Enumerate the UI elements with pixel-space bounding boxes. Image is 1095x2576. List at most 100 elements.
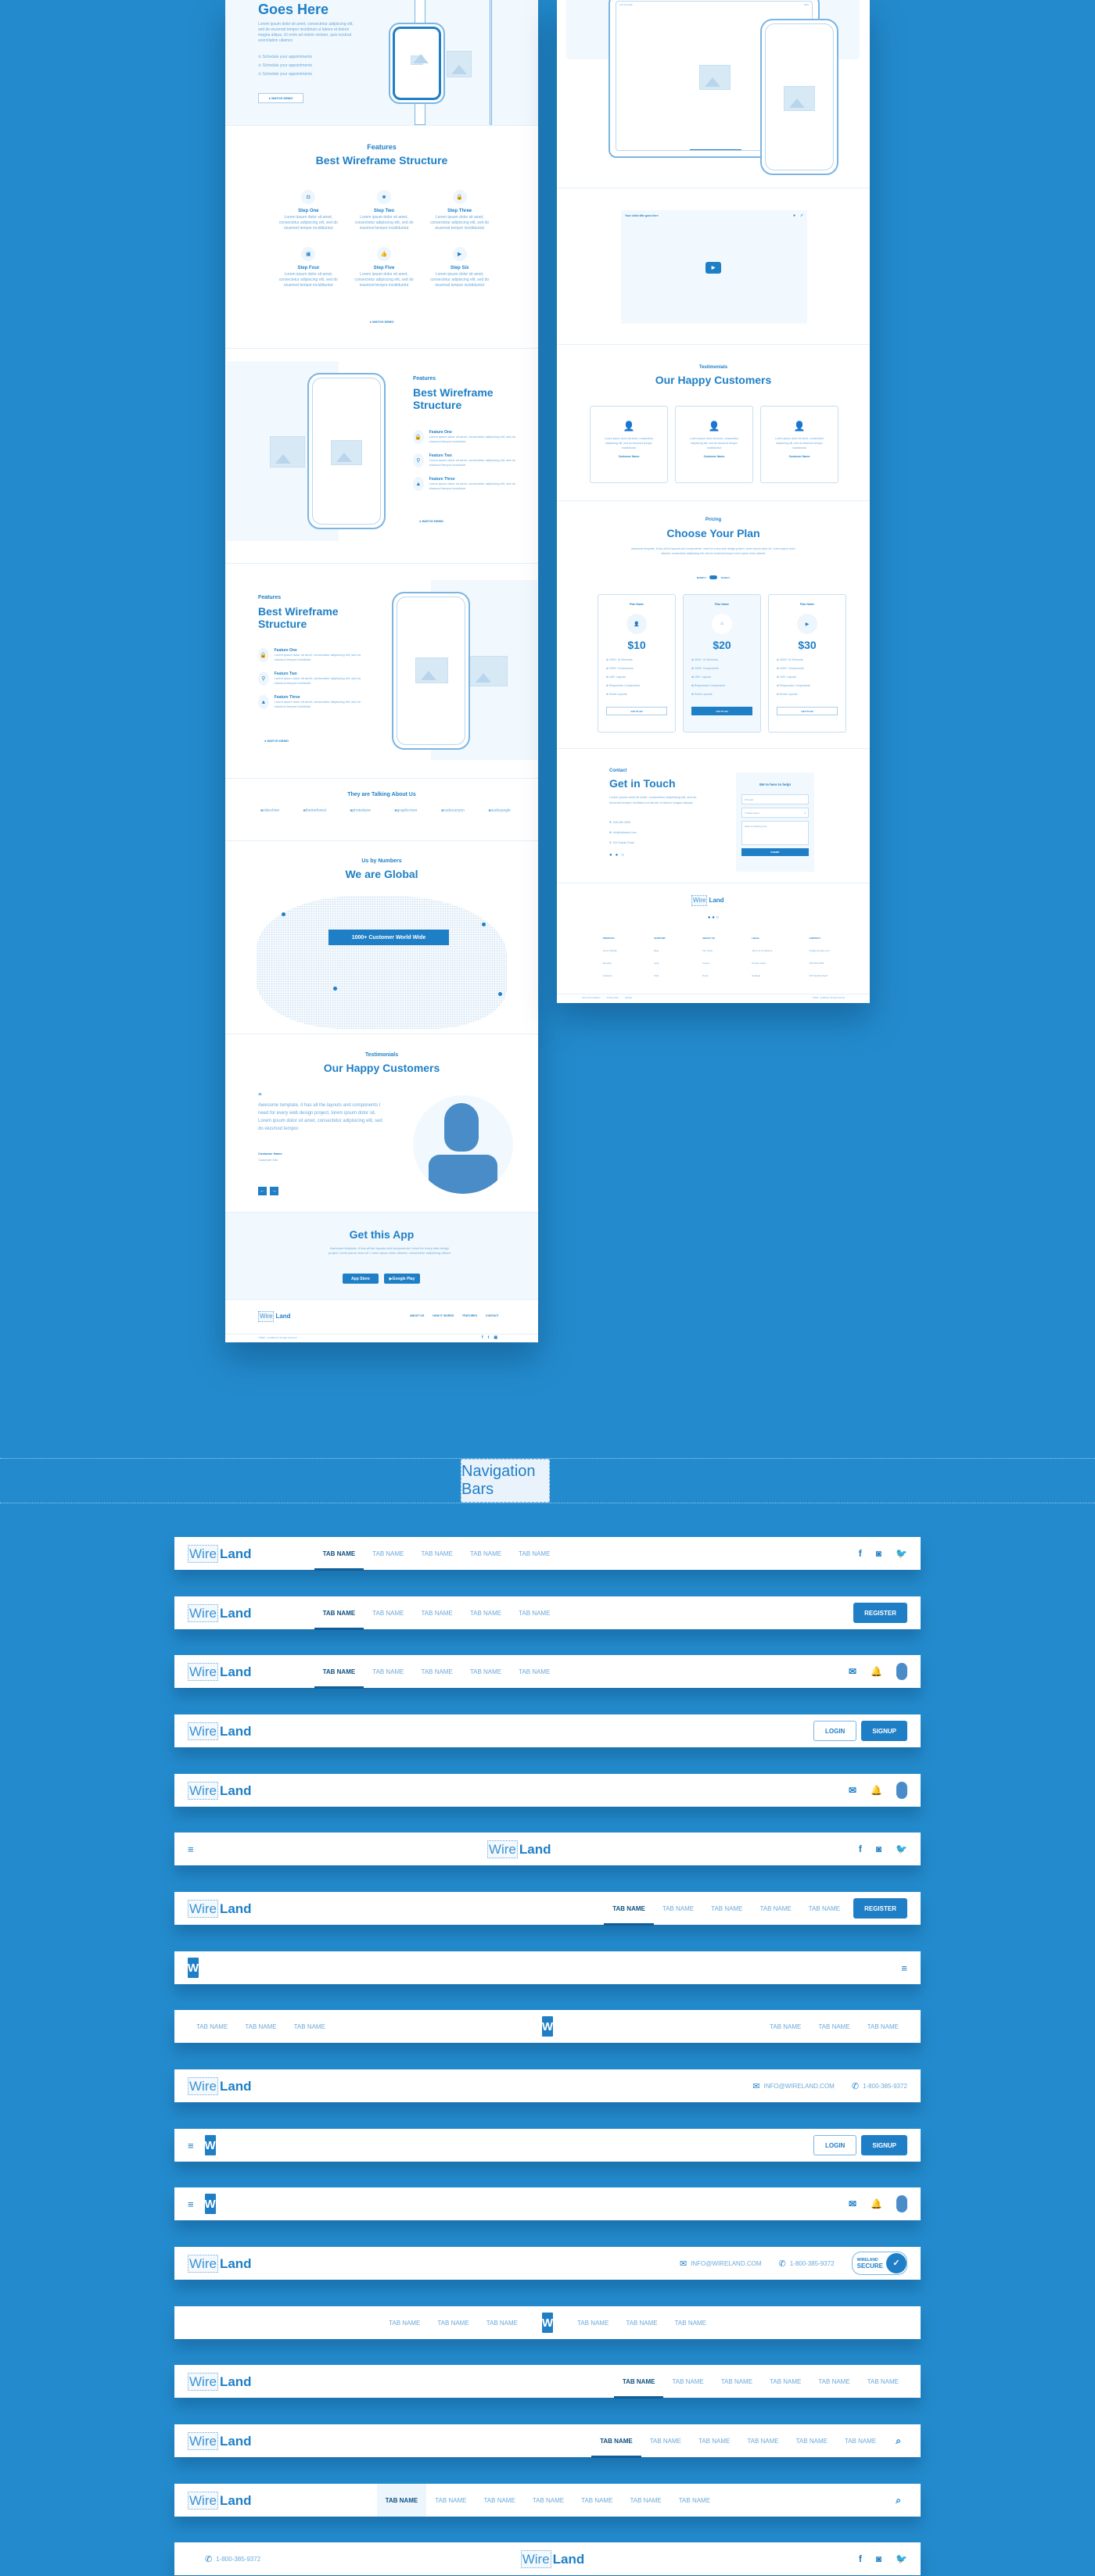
contact-phone[interactable]: ✆ 1-800-385-9372	[205, 2554, 260, 2564]
message-textarea[interactable]: Write something here	[741, 821, 809, 845]
watch-demo-button[interactable]: ● WATCH DEMO	[258, 93, 303, 103]
nav-tab[interactable]: TAB NAME	[761, 2365, 810, 2398]
share-icon[interactable]: ➚	[800, 213, 803, 218]
contact-phone[interactable]: ✆ 1-800-385-9372	[779, 2259, 835, 2269]
login-button[interactable]: LOGIN	[813, 1721, 857, 1741]
billing-toggle[interactable]: MONTLY YEARLY	[557, 575, 870, 579]
twitter-icon[interactable]: 🐦	[896, 1548, 907, 1559]
notification-bell-icon[interactable]: 🔔	[871, 1666, 882, 1677]
contact-email[interactable]: ✉ INFO@WIRELAND.COM	[680, 2259, 762, 2269]
contact-phone[interactable]: ✆ 1-800-385-9372	[852, 2081, 907, 2091]
nav-tab[interactable]: TAB NAME	[380, 2306, 429, 2339]
get-plan-button[interactable]: GET PLAN	[691, 707, 752, 715]
wireland-logo[interactable]: Wire Land	[188, 2491, 252, 2510]
nav-tab[interactable]: TAB NAME	[413, 1596, 461, 1629]
facebook-icon[interactable]: ●	[609, 853, 612, 858]
w-logo[interactable]: W	[188, 1958, 199, 1978]
nav-tab[interactable]: TAB NAME	[188, 2010, 236, 2043]
instagram-icon[interactable]: ◙	[876, 1843, 881, 1854]
footer-link[interactable]: CONTACT	[486, 1314, 499, 1317]
nav-tab[interactable]: TAB NAME	[663, 2365, 712, 2398]
w-logo[interactable]: W	[205, 2135, 216, 2155]
wireland-logo[interactable]: Wire Land	[188, 1544, 252, 1563]
footer-link[interactable]: ABOUT US	[410, 1314, 424, 1317]
facebook-icon[interactable]: f	[859, 1843, 862, 1854]
nav-tab[interactable]: TAB NAME	[836, 2424, 885, 2457]
register-button[interactable]: REGISTER	[853, 1603, 907, 1623]
nav-tab[interactable]: TAB NAME	[510, 1596, 558, 1629]
notification-bell-icon[interactable]: 🔔	[871, 1785, 882, 1796]
hamburger-menu-icon[interactable]: ≡	[188, 1843, 194, 1855]
wireland-logo[interactable]: Wire Land	[188, 1722, 252, 1740]
submit-button[interactable]: SUBMIT	[741, 848, 809, 856]
user-avatar-icon[interactable]	[896, 2195, 907, 2212]
nav-tab[interactable]: TAB NAME	[859, 2010, 907, 2043]
hamburger-menu-icon[interactable]: ≡	[188, 2198, 194, 2210]
hamburger-menu-icon[interactable]: ≡	[188, 2140, 194, 2151]
footer-link[interactable]: 919 Sophie Road	[810, 974, 830, 977]
nav-tab[interactable]: TAB NAME	[314, 1537, 364, 1571]
w-logo[interactable]: W	[205, 2194, 216, 2214]
wireland-logo[interactable]: Wire Land	[188, 2431, 252, 2450]
nav-tab[interactable]: TAB NAME	[461, 1537, 510, 1570]
wireland-logo[interactable]: Wire Land	[188, 2254, 252, 2273]
google-play-button[interactable]: ▶ Google Play	[384, 1274, 420, 1284]
hamburger-menu-icon[interactable]: ≡	[901, 1962, 907, 1974]
nav-tab[interactable]: TAB NAME	[413, 1655, 461, 1688]
signup-button[interactable]: SIGNUP	[861, 1721, 907, 1741]
nav-tab[interactable]: TAB NAME	[641, 2424, 690, 2457]
footer-link[interactable]: info@company.com	[810, 949, 830, 952]
instagram-icon[interactable]: ▣	[494, 1335, 497, 1340]
nav-tab[interactable]: TAB NAME	[613, 2365, 664, 2399]
nav-tab[interactable]: TAB NAME	[573, 2484, 621, 2517]
footer-link[interactable]: Privacy policy	[607, 997, 619, 999]
register-button[interactable]: REGISTER	[853, 1898, 907, 1919]
facebook-icon[interactable]: ●	[708, 915, 711, 920]
twitter-icon[interactable]: ●	[616, 853, 619, 858]
get-plan-button[interactable]: GET PLAN	[606, 707, 667, 715]
footer-link[interactable]: Features	[603, 974, 617, 977]
nav-tab[interactable]: TAB NAME	[666, 2306, 715, 2339]
footer-link[interactable]: How It Works	[603, 949, 617, 952]
w-logo[interactable]: W	[542, 2016, 553, 2037]
twitter-icon[interactable]: ●	[712, 915, 715, 920]
nav-tab[interactable]: TAB NAME	[690, 2424, 738, 2457]
nav-tab[interactable]: TAB NAME	[314, 1655, 364, 1689]
nav-tab[interactable]: TAB NAME	[738, 2424, 787, 2457]
clock-icon[interactable]: ●	[793, 213, 795, 218]
login-button[interactable]: LOGIN	[813, 2135, 857, 2155]
wireland-logo[interactable]: Wire Land	[188, 2372, 252, 2391]
nav-tab[interactable]: TAB NAME	[617, 2306, 666, 2339]
nav-tab[interactable]: TAB NAME	[478, 2306, 526, 2339]
instagram-icon[interactable]: ○	[716, 915, 719, 920]
footer-link[interactable]: Benefits	[603, 962, 617, 965]
search-icon[interactable]: ⌕	[896, 2435, 901, 2447]
nav-tab[interactable]: TAB NAME	[761, 2010, 810, 2043]
nav-tab[interactable]: TAB NAME	[461, 1596, 510, 1629]
nav-tab[interactable]: TAB NAME	[621, 2484, 670, 2517]
wireland-logo[interactable]: Wire Land	[520, 2549, 584, 2568]
footer-link[interactable]: Press	[702, 974, 715, 977]
footer-link[interactable]: Our Team	[702, 949, 715, 952]
footer-link[interactable]: Terms and conditions	[582, 997, 601, 999]
instagram-icon[interactable]: ◙	[876, 1548, 881, 1559]
footer-link[interactable]: Privacy policy	[752, 962, 772, 965]
facebook-icon[interactable]: f	[859, 1548, 862, 1559]
wireland-logo[interactable]: Wire Land	[188, 1603, 252, 1622]
nav-tab[interactable]: TAB NAME	[569, 2306, 617, 2339]
nav-tab[interactable]: TAB NAME	[364, 1596, 412, 1629]
wireland-logo[interactable]: Wire Land	[188, 1899, 252, 1918]
footer-link[interactable]: 545-450-3055	[810, 962, 830, 965]
nav-tab[interactable]: TAB NAME	[670, 2484, 719, 2517]
nav-tab[interactable]: TAB NAME	[476, 2484, 524, 2517]
video-player[interactable]: Your video title goes here ● ➚ ▶	[621, 210, 807, 324]
nav-tab[interactable]: TAB NAME	[591, 2424, 641, 2458]
nav-tab[interactable]: TAB NAME	[461, 1655, 510, 1688]
nav-tab[interactable]: TAB NAME	[604, 1892, 654, 1926]
instagram-icon[interactable]: ◙	[876, 2553, 881, 2564]
facebook-icon[interactable]: f	[482, 1335, 483, 1340]
footer-link[interactable]: Career	[702, 962, 715, 965]
wireland-logo[interactable]: Wire Land	[486, 1840, 551, 1858]
mail-icon[interactable]: ✉	[849, 1785, 856, 1796]
twitter-icon[interactable]: 🐦	[896, 2553, 907, 2564]
